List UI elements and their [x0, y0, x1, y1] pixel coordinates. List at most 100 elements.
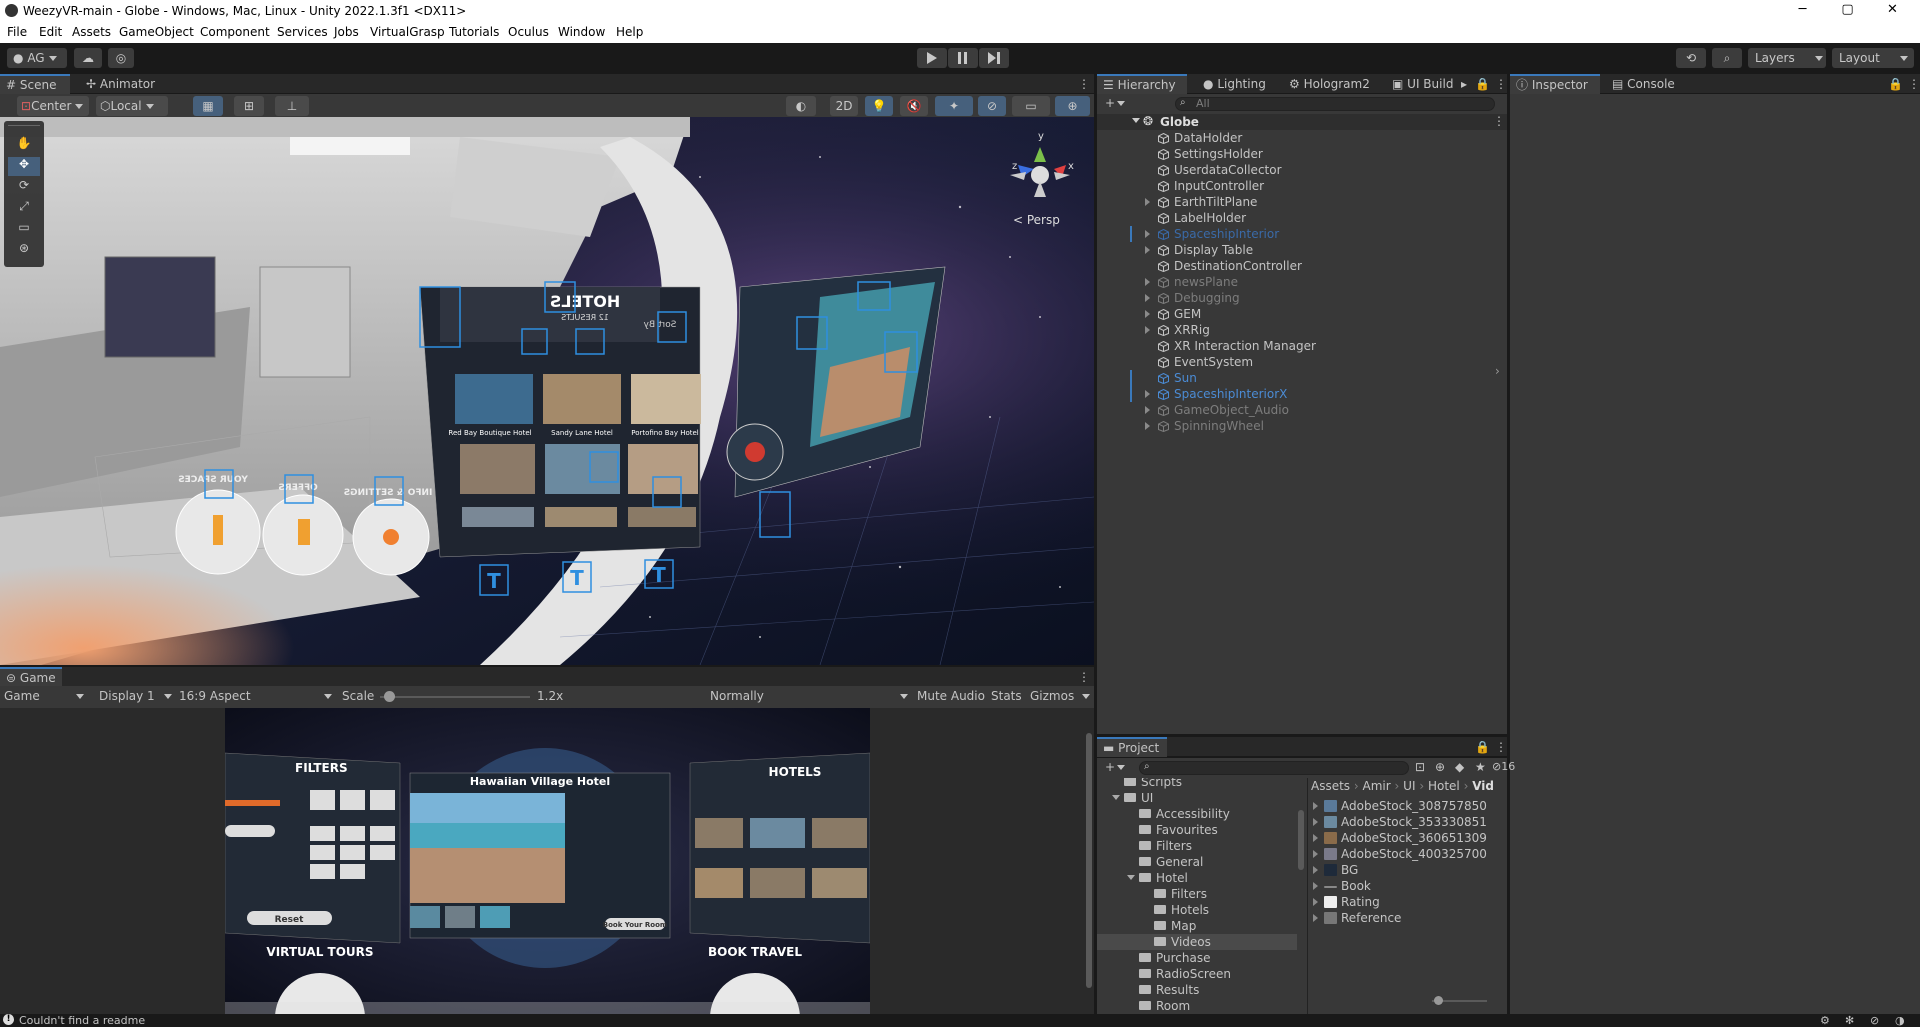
- hierarchy-item[interactable]: DataHolder: [1097, 130, 1507, 146]
- hierarchy-item[interactable]: UserdataCollector: [1097, 162, 1507, 178]
- scale-slider-track[interactable]: [380, 696, 530, 698]
- project-folder-item[interactable]: UI: [1097, 790, 1297, 806]
- layout-dropdown[interactable]: Layout: [1832, 48, 1914, 68]
- menu-assets[interactable]: Assets: [72, 25, 111, 39]
- hierarchy-item[interactable]: EventSystem: [1097, 354, 1507, 370]
- tools-handle[interactable]: [8, 125, 40, 129]
- project-folder-item[interactable]: Map: [1097, 918, 1297, 934]
- hierarchy-item[interactable]: EarthTiltPlane: [1097, 194, 1507, 210]
- expand-arrow-icon[interactable]: [1313, 914, 1318, 922]
- move-tool[interactable]: ✥: [8, 157, 40, 176]
- menu-help[interactable]: Help: [616, 25, 643, 39]
- menu-file[interactable]: File: [7, 25, 27, 39]
- pause-button[interactable]: [948, 48, 978, 68]
- expand-arrow-icon[interactable]: [1313, 866, 1318, 874]
- project-asset-item[interactable]: AdobeStock_308757850: [1309, 798, 1505, 814]
- zoom-slider-knob[interactable]: [1434, 996, 1443, 1005]
- hierarchy-create-button[interactable]: +: [1105, 96, 1135, 112]
- increment-snap[interactable]: ⊥: [275, 96, 309, 116]
- favorite-star-icon[interactable]: ★: [1475, 760, 1491, 774]
- menu-services[interactable]: Services: [277, 25, 328, 39]
- tab-animator[interactable]: ✢ Animator: [80, 74, 170, 94]
- hierarchy-lock-icon[interactable]: 🔒: [1469, 74, 1490, 94]
- hidden-packages-toggle[interactable]: ⊘16: [1492, 760, 1515, 773]
- layers-dropdown[interactable]: Layers: [1748, 48, 1826, 68]
- cloud-button[interactable]: ☁: [74, 48, 102, 68]
- breadcrumb-ui[interactable]: UI: [1403, 779, 1415, 793]
- inspector-lock-icon[interactable]: 🔒: [1882, 74, 1903, 94]
- project-folder-item[interactable]: Results: [1097, 982, 1297, 998]
- expand-arrow-icon[interactable]: [1145, 310, 1150, 318]
- collab-button[interactable]: ◎: [108, 48, 134, 68]
- expand-arrow-icon[interactable]: [1145, 390, 1150, 398]
- tab-lighting[interactable]: ● Lighting: [1197, 74, 1277, 94]
- scene-viewport[interactable]: HOTELS 12 RESULTS Sort By Red Bay Boutiq…: [0, 117, 1094, 665]
- menu-tutorials[interactable]: Tutorials: [449, 25, 499, 39]
- tab-project[interactable]: ▬ Project: [1097, 737, 1167, 757]
- game-viewport[interactable]: FILTERS Reset Hawaiian Village Hotel Boo…: [0, 708, 1094, 1014]
- account-dropdown[interactable]: ● AG: [7, 48, 67, 68]
- scene-more-menu[interactable]: ⋮: [1072, 74, 1092, 94]
- breadcrumb-hotel[interactable]: Hotel: [1428, 779, 1460, 793]
- project-asset-item[interactable]: AdobeStock_353330851: [1309, 814, 1505, 830]
- hierarchy-item[interactable]: DestinationController: [1097, 258, 1507, 274]
- hierarchy-root-row[interactable]: ❂ Globe ⋮: [1097, 114, 1507, 130]
- tab-hierarchy[interactable]: ☰ Hierarchy: [1097, 74, 1187, 94]
- gizmos-toggle[interactable]: ⊕: [1055, 96, 1090, 116]
- expand-arrow-icon[interactable]: [1313, 802, 1318, 810]
- minimize-button[interactable]: ─: [1780, 0, 1825, 22]
- effects-toggle[interactable]: ✦: [935, 96, 973, 116]
- project-folder-item[interactable]: Accessibility: [1097, 806, 1297, 822]
- hierarchy-item[interactable]: Sun: [1097, 370, 1507, 386]
- root-more-menu[interactable]: ⋮: [1493, 114, 1505, 128]
- hierarchy-item[interactable]: XR Interaction Manager: [1097, 338, 1507, 354]
- breadcrumb-assets[interactable]: Assets: [1311, 779, 1350, 793]
- game-scrollbar[interactable]: [1086, 733, 1092, 988]
- hierarchy-search-input[interactable]: ⌕ All: [1175, 97, 1495, 111]
- hand-tool[interactable]: ✋: [8, 136, 40, 155]
- expand-arrow-icon[interactable]: [1145, 230, 1150, 238]
- project-folder-item[interactable]: Purchase: [1097, 950, 1297, 966]
- expand-arrow-icon[interactable]: [1145, 406, 1150, 414]
- persp-label[interactable]: < Persp: [1013, 213, 1060, 227]
- tab-inspector[interactable]: ⓘ Inspector: [1510, 74, 1600, 94]
- hierarchy-more-menu[interactable]: ⋮: [1489, 74, 1507, 94]
- snap-toggle[interactable]: ⊞: [234, 96, 264, 116]
- tag-icon[interactable]: ◆: [1455, 760, 1471, 774]
- lighting-toggle[interactable]: 💡: [865, 96, 893, 116]
- hierarchy-item[interactable]: LabelHolder: [1097, 210, 1507, 226]
- expand-arrow-icon[interactable]: [1313, 834, 1318, 842]
- stats-toggle[interactable]: Stats: [991, 689, 1022, 705]
- project-lock-icon[interactable]: 🔒: [1469, 737, 1490, 757]
- hierarchy-item[interactable]: Debugging: [1097, 290, 1507, 306]
- tab-ui-builder[interactable]: ▣ UI Build: [1386, 74, 1461, 94]
- audio-toggle[interactable]: 🔇: [900, 96, 928, 116]
- search-by-type-icon[interactable]: ⊡: [1415, 760, 1431, 774]
- project-folder-item[interactable]: Filters: [1097, 886, 1297, 902]
- game-mode-dropdown[interactable]: Game: [4, 689, 88, 705]
- tab-console[interactable]: ▤ Console: [1606, 74, 1686, 94]
- hierarchy-item[interactable]: GEM: [1097, 306, 1507, 322]
- expand-arrow-icon[interactable]: [1313, 818, 1318, 826]
- hierarchy-item[interactable]: SpinningWheel: [1097, 418, 1507, 434]
- expand-arrow-icon[interactable]: [1145, 294, 1150, 302]
- search-by-label-icon[interactable]: ⊕: [1435, 760, 1451, 774]
- hierarchy-expand-right-icon[interactable]: ›: [1495, 364, 1500, 378]
- project-asset-item[interactable]: Reference: [1309, 910, 1505, 926]
- display-dropdown[interactable]: Display 1: [99, 689, 174, 705]
- expand-arrow-icon[interactable]: [1145, 326, 1150, 334]
- menu-window[interactable]: Window: [558, 25, 605, 39]
- aspect-dropdown[interactable]: 16:9 Aspect: [179, 689, 334, 705]
- project-asset-item[interactable]: Book: [1309, 878, 1505, 894]
- rect-tool[interactable]: ▭: [8, 220, 40, 239]
- hierarchy-item[interactable]: Display Table: [1097, 242, 1507, 258]
- status-toggle-icon[interactable]: ◑: [1895, 1014, 1905, 1027]
- expand-arrow-icon[interactable]: [1145, 246, 1150, 254]
- hierarchy-item[interactable]: GameObject_Audio: [1097, 402, 1507, 418]
- tab-game[interactable]: ⊜ Game: [0, 667, 62, 687]
- step-button[interactable]: [979, 48, 1009, 68]
- project-tree-scrollbar[interactable]: [1297, 780, 1305, 1012]
- play-focus-dropdown[interactable]: Normally: [710, 689, 910, 705]
- project-create-button[interactable]: +: [1105, 760, 1135, 776]
- expand-arrow-icon[interactable]: [1145, 198, 1150, 206]
